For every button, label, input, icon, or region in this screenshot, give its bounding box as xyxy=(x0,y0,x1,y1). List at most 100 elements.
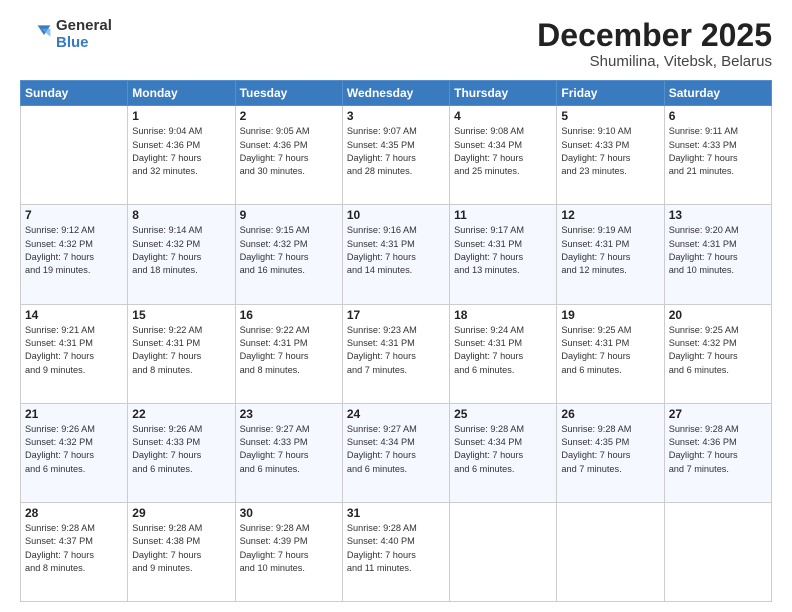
title-section: December 2025 Shumilina, Vitebsk, Belaru… xyxy=(537,18,772,70)
day-info: Sunrise: 9:10 AM Sunset: 4:33 PM Dayligh… xyxy=(561,125,659,178)
day-info: Sunrise: 9:12 AM Sunset: 4:32 PM Dayligh… xyxy=(25,224,123,277)
calendar-cell: 13 Sunrise: 9:20 AM Sunset: 4:31 PM Dayli… xyxy=(664,205,771,304)
day-info: Sunrise: 9:28 AM Sunset: 4:35 PM Dayligh… xyxy=(561,423,659,476)
calendar-cell: 24 Sunrise: 9:27 AM Sunset: 4:34 PM Dayli… xyxy=(342,403,449,502)
calendar-cell: 2 Sunrise: 9:05 AM Sunset: 4:36 PM Daylig… xyxy=(235,106,342,205)
calendar-header-tuesday: Tuesday xyxy=(235,81,342,106)
day-number: 5 xyxy=(561,109,659,123)
day-info: Sunrise: 9:16 AM Sunset: 4:31 PM Dayligh… xyxy=(347,224,445,277)
calendar-cell: 5 Sunrise: 9:10 AM Sunset: 4:33 PM Daylig… xyxy=(557,106,664,205)
calendar-cell: 27Sunrise: 9:28 AM Sunset: 4:36 PM Dayli… xyxy=(664,403,771,502)
day-number: 11 xyxy=(454,208,552,222)
calendar-week-2: 7 Sunrise: 9:12 AM Sunset: 4:32 PM Daylig… xyxy=(21,205,772,304)
day-number: 28 xyxy=(25,506,123,520)
day-number: 2 xyxy=(240,109,338,123)
day-number: 22 xyxy=(132,407,230,421)
day-info: Sunrise: 9:19 AM Sunset: 4:31 PM Dayligh… xyxy=(561,224,659,277)
day-info: Sunrise: 9:28 AM Sunset: 4:37 PM Dayligh… xyxy=(25,522,123,575)
day-number: 17 xyxy=(347,308,445,322)
calendar-week-4: 21Sunrise: 9:26 AM Sunset: 4:32 PM Dayli… xyxy=(21,403,772,502)
calendar-header-friday: Friday xyxy=(557,81,664,106)
calendar-cell: 21Sunrise: 9:26 AM Sunset: 4:32 PM Dayli… xyxy=(21,403,128,502)
day-number: 14 xyxy=(25,308,123,322)
day-info: Sunrise: 9:22 AM Sunset: 4:31 PM Dayligh… xyxy=(240,324,338,377)
day-info: Sunrise: 9:27 AM Sunset: 4:33 PM Dayligh… xyxy=(240,423,338,476)
day-number: 21 xyxy=(25,407,123,421)
day-info: Sunrise: 9:27 AM Sunset: 4:34 PM Dayligh… xyxy=(347,423,445,476)
day-number: 18 xyxy=(454,308,552,322)
day-info: Sunrise: 9:08 AM Sunset: 4:34 PM Dayligh… xyxy=(454,125,552,178)
logo-general-text: General xyxy=(56,18,112,35)
calendar-cell: 30 Sunrise: 9:28 AM Sunset: 4:39 PM Dayli… xyxy=(235,502,342,601)
day-number: 13 xyxy=(669,208,767,222)
logo-icon xyxy=(20,19,52,51)
day-info: Sunrise: 9:28 AM Sunset: 4:39 PM Dayligh… xyxy=(240,522,338,575)
calendar-cell: 9Sunrise: 9:15 AM Sunset: 4:32 PM Daylig… xyxy=(235,205,342,304)
calendar-cell: 16 Sunrise: 9:22 AM Sunset: 4:31 PM Dayli… xyxy=(235,304,342,403)
logo: General Blue xyxy=(20,18,112,51)
day-info: Sunrise: 9:04 AM Sunset: 4:36 PM Dayligh… xyxy=(132,125,230,178)
location-title: Shumilina, Vitebsk, Belarus xyxy=(537,53,772,70)
calendar-cell: 17Sunrise: 9:23 AM Sunset: 4:31 PM Dayli… xyxy=(342,304,449,403)
day-number: 30 xyxy=(240,506,338,520)
day-number: 29 xyxy=(132,506,230,520)
calendar-cell: 29 Sunrise: 9:28 AM Sunset: 4:38 PM Dayli… xyxy=(128,502,235,601)
day-number: 23 xyxy=(240,407,338,421)
day-info: Sunrise: 9:22 AM Sunset: 4:31 PM Dayligh… xyxy=(132,324,230,377)
day-info: Sunrise: 9:05 AM Sunset: 4:36 PM Dayligh… xyxy=(240,125,338,178)
day-number: 24 xyxy=(347,407,445,421)
day-info: Sunrise: 9:15 AM Sunset: 4:32 PM Dayligh… xyxy=(240,224,338,277)
calendar-week-1: 1 Sunrise: 9:04 AM Sunset: 4:36 PM Daylig… xyxy=(21,106,772,205)
calendar-cell xyxy=(450,502,557,601)
calendar-cell: 23 Sunrise: 9:27 AM Sunset: 4:33 PM Dayli… xyxy=(235,403,342,502)
day-number: 16 xyxy=(240,308,338,322)
calendar-header-wednesday: Wednesday xyxy=(342,81,449,106)
calendar-cell: 26Sunrise: 9:28 AM Sunset: 4:35 PM Dayli… xyxy=(557,403,664,502)
calendar-cell: 31 Sunrise: 9:28 AM Sunset: 4:40 PM Dayli… xyxy=(342,502,449,601)
calendar-cell: 15 Sunrise: 9:22 AM Sunset: 4:31 PM Dayli… xyxy=(128,304,235,403)
day-info: Sunrise: 9:28 AM Sunset: 4:38 PM Dayligh… xyxy=(132,522,230,575)
calendar-header-row: SundayMondayTuesdayWednesdayThursdayFrid… xyxy=(21,81,772,106)
day-number: 3 xyxy=(347,109,445,123)
day-info: Sunrise: 9:24 AM Sunset: 4:31 PM Dayligh… xyxy=(454,324,552,377)
calendar-cell: 8 Sunrise: 9:14 AM Sunset: 4:32 PM Daylig… xyxy=(128,205,235,304)
day-info: Sunrise: 9:25 AM Sunset: 4:31 PM Dayligh… xyxy=(561,324,659,377)
calendar-cell: 22Sunrise: 9:26 AM Sunset: 4:33 PM Dayli… xyxy=(128,403,235,502)
day-number: 19 xyxy=(561,308,659,322)
calendar-cell: 1 Sunrise: 9:04 AM Sunset: 4:36 PM Daylig… xyxy=(128,106,235,205)
day-number: 15 xyxy=(132,308,230,322)
calendar-cell: 10 Sunrise: 9:16 AM Sunset: 4:31 PM Dayli… xyxy=(342,205,449,304)
calendar-week-5: 28 Sunrise: 9:28 AM Sunset: 4:37 PM Dayli… xyxy=(21,502,772,601)
month-title: December 2025 xyxy=(537,18,772,53)
day-info: Sunrise: 9:28 AM Sunset: 4:36 PM Dayligh… xyxy=(669,423,767,476)
day-info: Sunrise: 9:11 AM Sunset: 4:33 PM Dayligh… xyxy=(669,125,767,178)
day-number: 20 xyxy=(669,308,767,322)
day-info: Sunrise: 9:28 AM Sunset: 4:34 PM Dayligh… xyxy=(454,423,552,476)
calendar-cell: 20Sunrise: 9:25 AM Sunset: 4:32 PM Dayli… xyxy=(664,304,771,403)
day-number: 1 xyxy=(132,109,230,123)
day-number: 6 xyxy=(669,109,767,123)
calendar-cell xyxy=(557,502,664,601)
calendar-cell: 18 Sunrise: 9:24 AM Sunset: 4:31 PM Dayli… xyxy=(450,304,557,403)
day-number: 8 xyxy=(132,208,230,222)
day-number: 25 xyxy=(454,407,552,421)
day-number: 7 xyxy=(25,208,123,222)
day-number: 10 xyxy=(347,208,445,222)
calendar-cell: 14 Sunrise: 9:21 AM Sunset: 4:31 PM Dayli… xyxy=(21,304,128,403)
calendar-cell: 6 Sunrise: 9:11 AM Sunset: 4:33 PM Daylig… xyxy=(664,106,771,205)
day-number: 31 xyxy=(347,506,445,520)
day-info: Sunrise: 9:28 AM Sunset: 4:40 PM Dayligh… xyxy=(347,522,445,575)
calendar-cell: 12Sunrise: 9:19 AM Sunset: 4:31 PM Dayli… xyxy=(557,205,664,304)
day-info: Sunrise: 9:20 AM Sunset: 4:31 PM Dayligh… xyxy=(669,224,767,277)
calendar-cell: 19 Sunrise: 9:25 AM Sunset: 4:31 PM Dayli… xyxy=(557,304,664,403)
calendar-header-sunday: Sunday xyxy=(21,81,128,106)
day-number: 4 xyxy=(454,109,552,123)
day-info: Sunrise: 9:14 AM Sunset: 4:32 PM Dayligh… xyxy=(132,224,230,277)
day-info: Sunrise: 9:21 AM Sunset: 4:31 PM Dayligh… xyxy=(25,324,123,377)
day-info: Sunrise: 9:07 AM Sunset: 4:35 PM Dayligh… xyxy=(347,125,445,178)
logo-blue-text: Blue xyxy=(56,35,112,52)
day-info: Sunrise: 9:17 AM Sunset: 4:31 PM Dayligh… xyxy=(454,224,552,277)
calendar-cell: 3 Sunrise: 9:07 AM Sunset: 4:35 PM Daylig… xyxy=(342,106,449,205)
calendar-header-monday: Monday xyxy=(128,81,235,106)
calendar-week-3: 14 Sunrise: 9:21 AM Sunset: 4:31 PM Dayli… xyxy=(21,304,772,403)
